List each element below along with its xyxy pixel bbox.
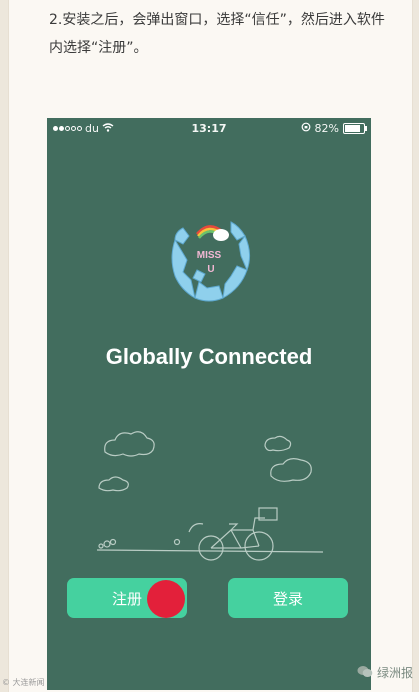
register-button-label: 注册 [111,589,142,608]
status-bar: du 13:17 82% [47,118,371,138]
wechat-icon [357,665,373,681]
login-button-label: 登录 [272,589,303,608]
logo-text-miss: MISS [197,250,222,261]
logo-text-u: U [207,264,214,275]
bicycle-scene-illustration [93,426,325,570]
instruction-text: 2.安装之后，会弹出窗口，选择“信任”，然后进入软件内选择“注册”。 [49,12,385,56]
battery-icon [343,123,367,134]
battery-percent: 82% [314,122,339,135]
cloud-icon [270,458,312,482]
wechat-watermark: 绿洲报 [357,664,413,681]
wechat-account-name: 绿洲报 [376,666,413,680]
cloud-icon [104,431,155,457]
source-watermark: © 大连新闻 [2,678,45,687]
phone-screenshot: du 13:17 82% MISS U Globally Connected 注… [47,118,371,690]
ground-line [96,549,324,553]
cloud-icon [98,476,129,492]
battery-status: 82% [301,122,367,135]
app-logo: MISS U [161,210,257,310]
login-button[interactable]: 登录 [228,578,348,618]
rotation-lock-icon [301,122,311,135]
app-tagline: Globally Connected [105,344,313,369]
cloud-icon [264,435,292,452]
tap-indicator-dot [147,580,185,618]
